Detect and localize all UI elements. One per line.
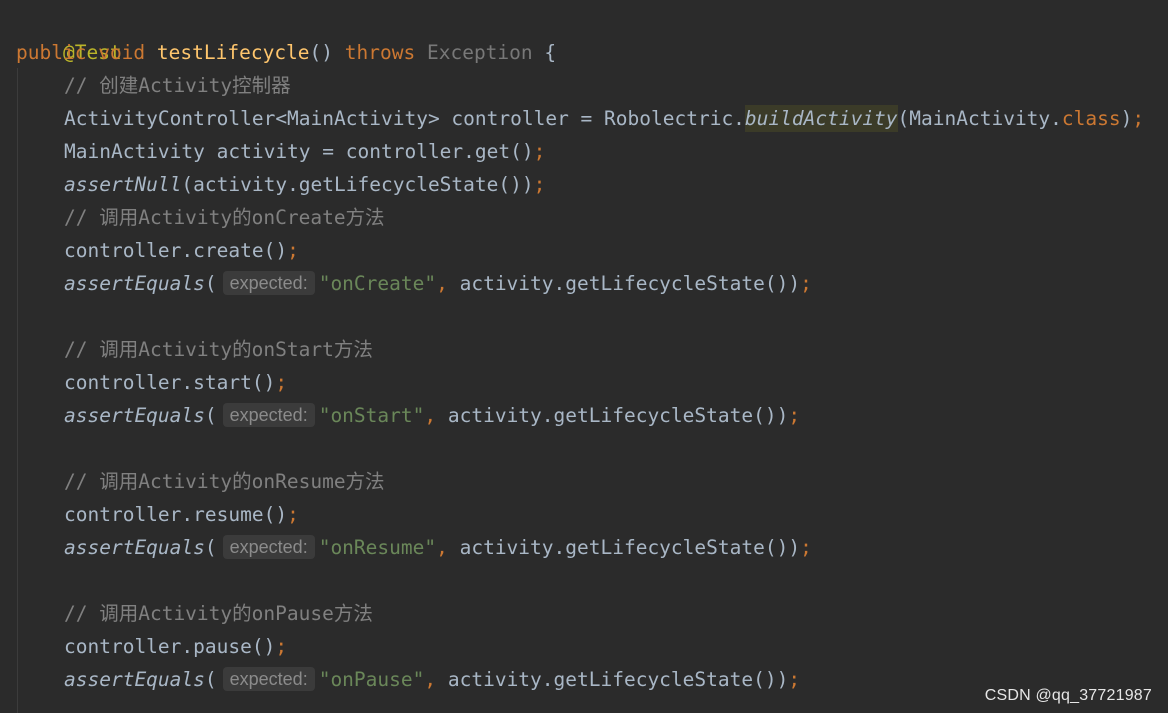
- semicolon: ;: [800, 272, 812, 295]
- code-line-5[interactable]: MainActivity activity = controller.get()…: [16, 135, 545, 168]
- parameter-hint: expected:: [222, 535, 315, 559]
- code-text: controller.pause(): [64, 635, 276, 658]
- code-line-11[interactable]: controller.start();: [16, 366, 287, 399]
- code-text: ): [1120, 107, 1133, 130]
- code-comment: // 调用Activity的onPause方法: [64, 602, 373, 625]
- method-declaration-name: testLifecycle: [156, 41, 310, 64]
- semicolon: ;: [275, 371, 288, 394]
- code-text: controller.create(): [64, 239, 288, 262]
- code-text: MainActivity activity = controller.get(): [64, 140, 534, 163]
- comma: ,: [424, 404, 437, 427]
- code-line-4[interactable]: ActivityController<MainActivity> control…: [16, 102, 1144, 135]
- semicolon: ;: [533, 173, 546, 196]
- code-line-6[interactable]: assertNull(activity.getLifecycleState())…: [16, 168, 545, 201]
- keyword-throws: throws: [344, 41, 416, 64]
- semicolon: ;: [788, 668, 801, 691]
- code-line-13[interactable]: // 调用Activity的onResume方法: [16, 465, 385, 498]
- code-text: controller.resume(): [64, 503, 288, 526]
- comma: ,: [436, 536, 448, 559]
- semicolon: ;: [788, 404, 801, 427]
- code-text: (MainActivity.: [897, 107, 1062, 130]
- code-line-1[interactable]: @Test: [16, 3, 122, 64]
- code-comment: // 创建Activity控制器: [64, 74, 291, 97]
- open-paren: (: [204, 536, 217, 559]
- static-method-call: assertEquals: [64, 404, 205, 427]
- semicolon: ;: [800, 536, 812, 559]
- code-comment: // 调用Activity的onCreate方法: [64, 206, 385, 229]
- open-paren: (: [204, 404, 217, 427]
- string-literal: "onCreate": [318, 272, 437, 295]
- code-line-15[interactable]: assertEquals(expected: "onResume", activi…: [16, 531, 812, 564]
- static-method-call: assertEquals: [64, 536, 205, 559]
- code-text: controller.start(): [64, 371, 276, 394]
- static-method-call: assertEquals: [64, 668, 205, 691]
- parameter-hint: expected:: [222, 403, 315, 427]
- code-line-3[interactable]: // 创建Activity控制器: [16, 69, 291, 102]
- code-line-7[interactable]: // 调用Activity的onCreate方法: [16, 201, 385, 234]
- semicolon: ;: [533, 140, 546, 163]
- string-literal: "onPause": [318, 668, 425, 691]
- parameter-hint: expected:: [222, 271, 315, 295]
- open-paren: (: [204, 272, 217, 295]
- code-line-14[interactable]: controller.resume();: [16, 498, 299, 531]
- semicolon: ;: [287, 239, 299, 262]
- keyword-class: class: [1061, 107, 1121, 130]
- code-line-8[interactable]: controller.create();: [16, 234, 299, 267]
- static-method-call: assertEquals: [64, 272, 205, 295]
- comma: ,: [436, 272, 448, 295]
- highlighted-method-call: buildActivity: [744, 105, 898, 132]
- code-line-9[interactable]: assertEquals(expected: "onCreate", activi…: [16, 267, 812, 300]
- semicolon: ;: [1132, 107, 1145, 130]
- open-brace: {: [532, 41, 557, 64]
- string-literal: "onResume": [318, 536, 437, 559]
- code-text: activity.getLifecycleState()): [436, 668, 789, 691]
- code-text: (activity.getLifecycleState()): [181, 173, 534, 196]
- keyword-void: void: [98, 41, 146, 64]
- code-editor[interactable]: @Test public void testLifecycle() throws…: [0, 0, 1168, 713]
- open-paren: (: [204, 668, 217, 691]
- code-text: activity.getLifecycleState()): [436, 404, 789, 427]
- code-line-2[interactable]: public void testLifecycle() throws Excep…: [16, 36, 556, 69]
- code-line-10[interactable]: // 调用Activity的onStart方法: [16, 333, 373, 366]
- comma: ,: [424, 668, 437, 691]
- code-text: activity.getLifecycleState()): [447, 536, 801, 559]
- semicolon: ;: [287, 503, 299, 526]
- watermark: CSDN @qq_37721987: [984, 687, 1152, 704]
- code-comment: // 调用Activity的onResume方法: [64, 470, 385, 493]
- semicolon: ;: [275, 635, 288, 658]
- code-line-12[interactable]: assertEquals(expected: "onStart", activit…: [16, 399, 800, 432]
- code-text: ActivityController<MainActivity> control…: [64, 107, 745, 130]
- static-method-call: assertNull: [64, 173, 182, 196]
- code-line-18[interactable]: assertEquals(expected: "onPause", activit…: [16, 663, 800, 696]
- string-literal: "onStart": [318, 404, 425, 427]
- keyword-public: public: [16, 41, 87, 64]
- code-line-16[interactable]: // 调用Activity的onPause方法: [16, 597, 373, 630]
- parameter-hint: expected:: [222, 667, 315, 691]
- method-parens: (): [309, 41, 334, 64]
- code-line-17[interactable]: controller.pause();: [16, 630, 287, 663]
- code-text: activity.getLifecycleState()): [447, 272, 801, 295]
- code-comment: // 调用Activity的onStart方法: [64, 338, 373, 361]
- exception-type: Exception: [426, 41, 533, 64]
